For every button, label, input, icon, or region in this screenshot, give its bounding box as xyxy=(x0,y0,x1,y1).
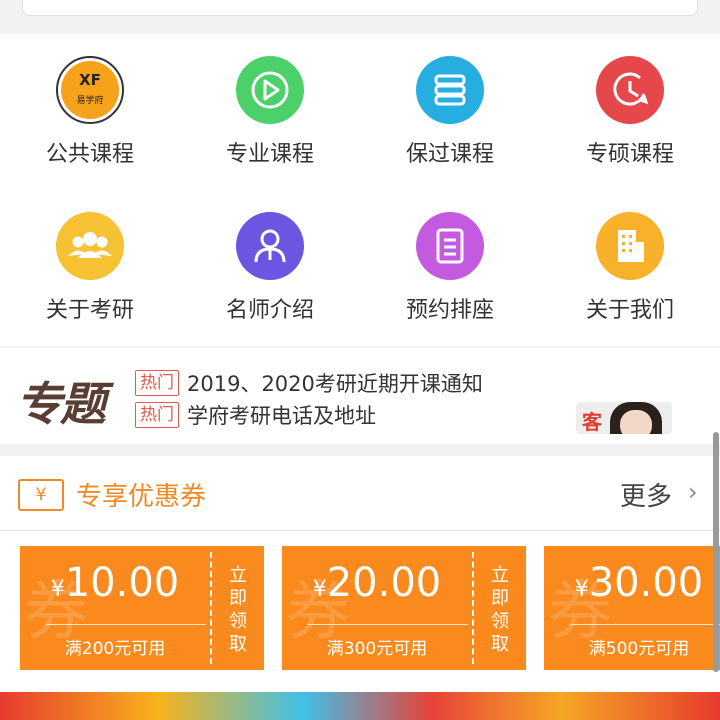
category-grid: XF 易学府 公共课程 专业课程 保过课程 专硕课程 关于考研 名师介绍 预约排… xyxy=(0,34,720,346)
coupon-perforation xyxy=(472,552,474,664)
topic-logo: 专题 xyxy=(16,377,106,431)
coupon-section-title: 专享优惠券 xyxy=(76,482,207,512)
customer-service-button[interactable]: 客 xyxy=(576,402,672,434)
scrollbar[interactable] xyxy=(713,432,719,672)
category-label: 专硕课程 xyxy=(585,142,674,167)
top-bar xyxy=(0,0,720,33)
coupon-condition: 满500元可用 xyxy=(588,639,690,659)
coupon-card[interactable]: 券 ¥20.00 满300元可用 立即领取 xyxy=(277,546,531,670)
coupon-condition: 满200元可用 xyxy=(64,639,166,659)
coupon-divider xyxy=(570,624,720,625)
coupon-ticket-icon: ¥ xyxy=(18,479,64,511)
hot-tag: 热门 xyxy=(135,370,179,396)
category-label: 关于我们 xyxy=(585,298,674,323)
more-link[interactable]: 更多 xyxy=(620,476,672,513)
topic-item-text: 学府考研电话及地址 xyxy=(187,404,376,428)
coupon-divider xyxy=(308,624,468,625)
users-icon xyxy=(56,212,124,280)
category-seat-booking[interactable]: 预约排座 xyxy=(360,190,540,346)
category-label: 名师介绍 xyxy=(225,298,314,323)
category-label: 公共课程 xyxy=(45,142,134,167)
coupon-header: ¥ 专享优惠券 更多 › xyxy=(0,456,720,531)
teacher-icon xyxy=(236,212,304,280)
coupon-card[interactable]: 券 ¥30.00 满500元可用 xyxy=(539,546,720,670)
coupon-section: ¥ 专享优惠券 更多 › 券 ¥10.00 满200元可用 立即领取 券 ¥20… xyxy=(0,456,720,692)
category-label: 预约排座 xyxy=(405,298,494,323)
coupon-amount: ¥20.00 xyxy=(312,560,442,606)
xf-logo-icon: XF 易学府 xyxy=(56,56,124,124)
hot-tag: 热门 xyxy=(135,402,179,428)
category-teachers[interactable]: 名师介绍 xyxy=(180,190,360,346)
play-icon xyxy=(236,56,304,124)
building-icon xyxy=(596,212,664,280)
coupon-divider xyxy=(46,624,206,625)
coupon-condition: 满300元可用 xyxy=(326,639,428,659)
clock-icon xyxy=(596,56,664,124)
category-label: 专业课程 xyxy=(225,142,314,167)
category-professional-master-course[interactable]: 专硕课程 xyxy=(540,34,720,190)
chevron-right-icon[interactable]: › xyxy=(688,478,698,506)
category-about-kaoyan[interactable]: 关于考研 xyxy=(0,190,180,346)
claim-button[interactable]: 立即领取 xyxy=(226,564,250,656)
coupon-card[interactable]: 券 ¥10.00 满200元可用 立即领取 xyxy=(15,546,269,670)
customer-service-label: 客 xyxy=(582,410,602,434)
layers-icon xyxy=(416,56,484,124)
category-major-course[interactable]: 专业课程 xyxy=(180,34,360,190)
coupon-amount: ¥10.00 xyxy=(50,560,180,606)
agent-avatar-face xyxy=(620,410,652,434)
category-about-us[interactable]: 关于我们 xyxy=(540,190,720,346)
category-label: 保过课程 xyxy=(405,142,494,167)
claim-button[interactable]: 立即领取 xyxy=(488,564,512,656)
category-pass-course[interactable]: 保过课程 xyxy=(360,34,540,190)
coupon-edge xyxy=(521,546,531,670)
coupon-amount: ¥30.00 xyxy=(574,560,704,606)
search-bar[interactable] xyxy=(22,0,698,16)
topic-item-text: 2019、2020考研近期开课通知 xyxy=(187,372,483,396)
coupon-perforation xyxy=(210,552,212,664)
coupon-edge xyxy=(259,546,269,670)
category-label: 关于考研 xyxy=(45,298,134,323)
promo-banner[interactable] xyxy=(0,692,720,720)
category-public-course[interactable]: XF 易学府 公共课程 xyxy=(0,34,180,190)
form-icon xyxy=(416,212,484,280)
